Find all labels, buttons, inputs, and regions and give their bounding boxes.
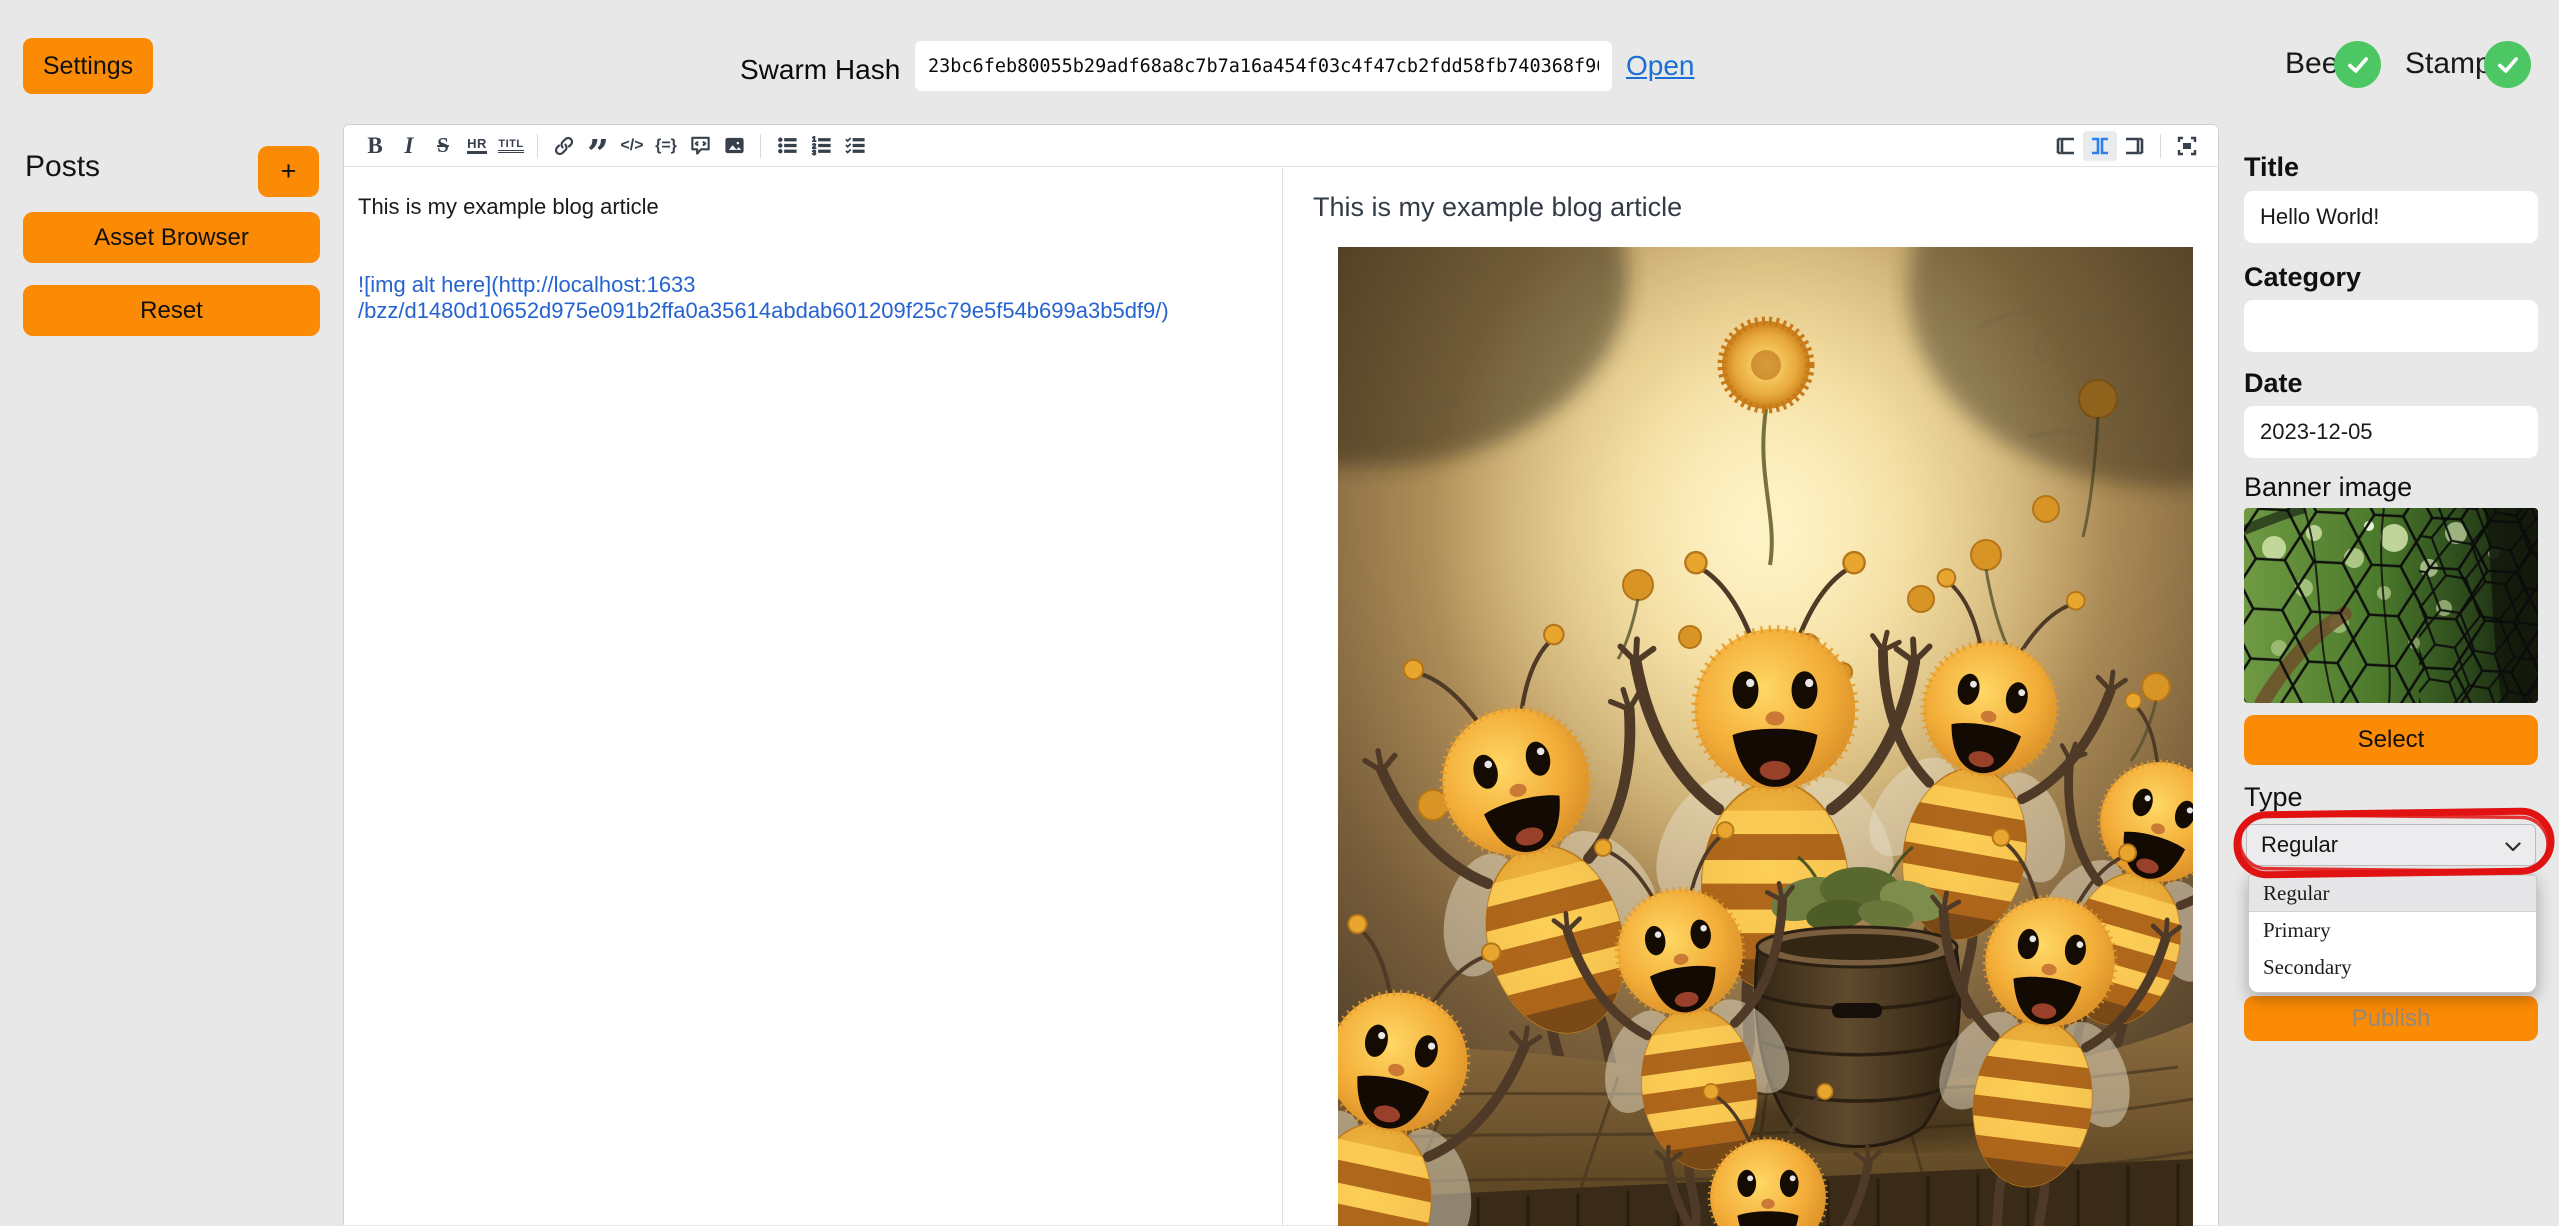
code-icon[interactable]: </> [615,131,649,161]
dropdown-option-primary[interactable]: Primary [2249,912,2536,949]
title-label: Title [2244,152,2299,183]
image-icon[interactable] [717,131,751,161]
layout-editor-icon[interactable] [2049,131,2083,161]
asset-browser-button[interactable]: Asset Browser [23,212,320,263]
markdown-line: This is my example blog article [358,194,1268,220]
type-label: Type [2244,782,2303,813]
date-label: Date [2244,368,2303,399]
type-select[interactable]: Regular [2246,824,2536,866]
bold-icon[interactable]: B [358,131,392,161]
banner-image-thumbnail [2244,508,2538,703]
title-icon[interactable]: TITL [498,138,523,153]
posts-heading: Posts [25,150,100,184]
numbered-list-icon[interactable]: 1 2 3 [804,131,838,161]
bee-illustration [1338,247,2193,1226]
reset-button[interactable]: Reset [23,285,320,336]
strikethrough-icon[interactable]: S [426,131,460,161]
type-dropdown-list: Regular Primary Secondary [2248,874,2537,993]
toolbar-separator [537,134,538,158]
editor-card: B I S HR TITL ” </> {=} [343,124,2219,1225]
code-block-icon[interactable]: {=} [649,131,683,161]
stamp-check-icon [2484,41,2531,88]
link-icon[interactable] [547,131,581,161]
banner-image-label: Banner image [2244,472,2412,503]
type-select-value: Regular [2261,832,2338,858]
quote-icon[interactable]: ” [581,131,615,161]
stamp-status-label: Stamp [2405,47,2492,81]
markdown-image-link-line-2: /bzz/d1480d10652d975e091b2ffa0a35614abda… [358,298,1268,324]
layout-preview-icon[interactable] [2117,131,2151,161]
toolbar-separator [2160,134,2161,158]
markdown-blank-line [358,246,1268,272]
category-label: Category [2244,262,2361,293]
markdown-blank-line [358,220,1268,246]
fullscreen-icon[interactable] [2170,131,2204,161]
open-link[interactable]: Open [1626,50,1695,82]
swarm-hash-input[interactable] [915,41,1612,91]
svg-text:3: 3 [812,149,816,157]
preview-heading: This is my example blog article [1313,192,1682,223]
toolbar-separator [760,134,761,158]
title-input[interactable] [2244,191,2538,243]
preview-pane: This is my example blog article [1283,168,2219,1226]
dropdown-option-regular[interactable]: Regular [2249,875,2536,912]
bee-check-icon [2334,41,2381,88]
editor-toolbar: B I S HR TITL ” </> {=} [344,125,2218,167]
date-input[interactable] [2244,406,2538,458]
add-post-button[interactable]: + [258,146,319,197]
bullet-list-icon[interactable] [770,131,804,161]
bee-status-label: Bee [2285,47,2338,81]
hr-icon[interactable]: HR [467,137,487,154]
settings-button[interactable]: Settings [23,38,153,94]
checklist-icon[interactable] [838,131,872,161]
publish-button[interactable]: Publish [2244,996,2538,1041]
layout-split-icon[interactable] [2083,131,2117,161]
swarm-hash-label: Swarm Hash [740,54,900,86]
markdown-editor[interactable]: This is my example blog article ![img al… [344,168,1282,1226]
chevron-down-icon [2505,832,2521,858]
comment-code-icon[interactable] [683,131,717,161]
italic-icon[interactable]: I [392,131,426,161]
select-banner-button[interactable]: Select [2244,715,2538,765]
category-input[interactable] [2244,300,2538,352]
markdown-image-link-line-1: ![img alt here](http://localhost:1633 [358,272,1268,298]
dropdown-option-secondary[interactable]: Secondary [2249,949,2536,986]
